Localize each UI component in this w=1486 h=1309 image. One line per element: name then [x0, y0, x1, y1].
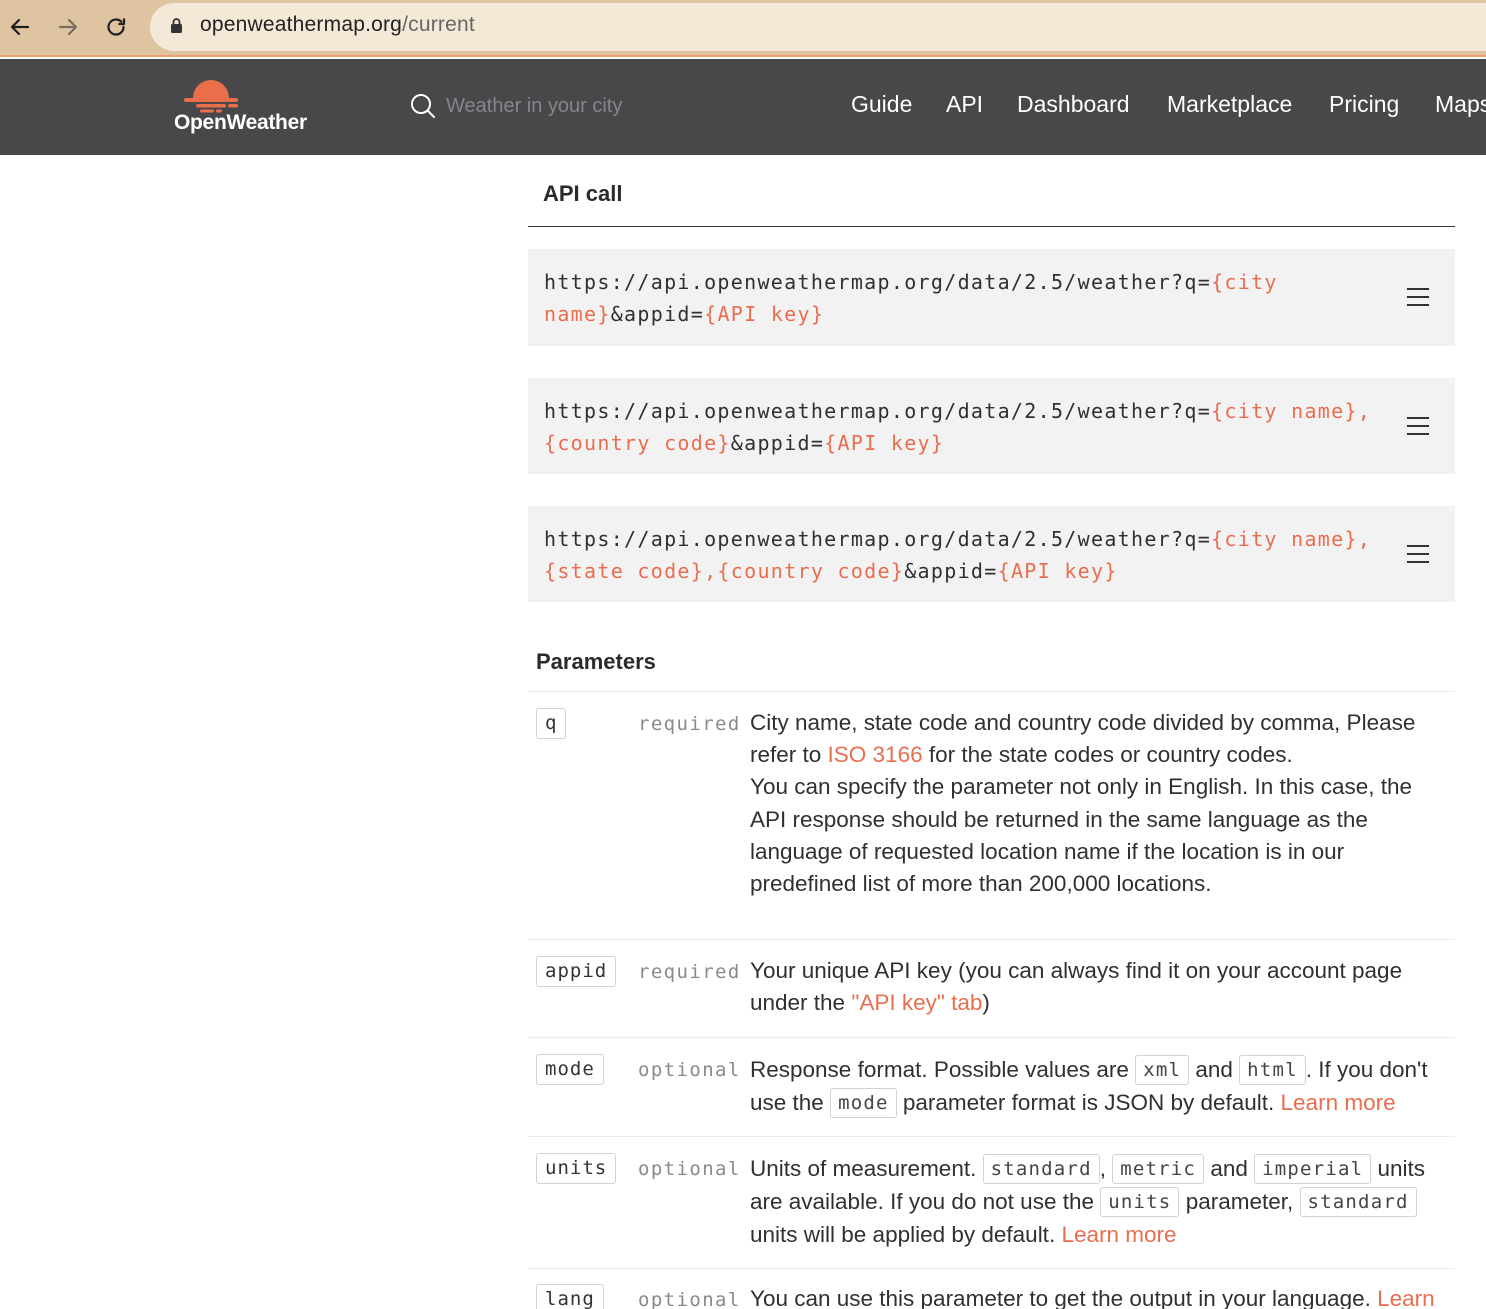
nav-api[interactable]: API [946, 91, 983, 118]
param-requirement: required [638, 961, 741, 983]
param-requirement: required [638, 713, 741, 735]
learn-more-link[interactable]: Learn more [1061, 1222, 1176, 1247]
param-name-lang: lang [536, 1284, 604, 1309]
menu-lines-icon[interactable] [1407, 417, 1433, 439]
lock-icon [171, 18, 182, 33]
param-description: City name, state code and country code d… [750, 710, 1416, 897]
inline-code: mode [830, 1088, 897, 1118]
back-arrow-icon [10, 18, 30, 36]
param-name-appid: appid [536, 956, 617, 987]
forward-arrow-icon [58, 18, 78, 36]
browser-toolbar: openweathermap.org/current [0, 0, 1486, 57]
openweather-logo-icon [184, 80, 238, 113]
param-description: Response format. Possible values are xml… [750, 1053, 1440, 1119]
row-divider [528, 1037, 1455, 1038]
row-divider [528, 939, 1455, 940]
inline-code: xml [1135, 1055, 1190, 1085]
url-path: /current [402, 13, 475, 36]
nav-maps[interactable]: Maps [1435, 91, 1486, 118]
param-requirement: optional [638, 1158, 741, 1180]
city-search-input[interactable] [446, 91, 776, 121]
parameters-heading: Parameters [536, 649, 656, 674]
inline-code: imperial [1254, 1154, 1372, 1184]
param-name-mode: mode [536, 1054, 604, 1085]
param-name-units: units [536, 1153, 617, 1184]
param-requirement: optional [638, 1059, 741, 1081]
search-icon[interactable] [410, 93, 436, 119]
code-line: {country code}&appid={API key} [544, 431, 945, 455]
code-line: name}&appid={API key} [544, 302, 825, 326]
nav-guide[interactable]: Guide [851, 91, 912, 118]
code-line: https://api.openweathermap.org/data/2.5/… [544, 399, 1372, 423]
param-requirement: optional [638, 1289, 741, 1309]
nav-dashboard[interactable]: Dashboard [1017, 91, 1130, 118]
param-description: Your unique API key (you can always find… [750, 958, 1403, 1016]
reload-button[interactable] [98, 9, 134, 45]
reload-icon [107, 18, 126, 36]
url-text[interactable]: openweathermap.org/current [200, 13, 475, 37]
menu-lines-icon[interactable] [1407, 288, 1433, 310]
code-line: https://api.openweathermap.org/data/2.5/… [544, 527, 1372, 551]
code-line: {state code},{country code}&appid={API k… [544, 559, 1118, 583]
openweather-logo[interactable]: OpenWeather [172, 74, 322, 144]
api-call-code-block[interactable]: https://api.openweathermap.org/data/2.5/… [528, 506, 1455, 602]
api-call-code-block[interactable]: https://api.openweathermap.org/data/2.5/… [528, 378, 1455, 474]
site-header: OpenWeather Guide API Dashboard Marketpl… [0, 59, 1486, 155]
learn-more-link[interactable]: Learn more [1281, 1090, 1396, 1115]
learn-more-link[interactable]: Learn [1377, 1286, 1435, 1309]
back-button[interactable] [2, 9, 38, 45]
api-call-code-block[interactable]: https://api.openweathermap.org/data/2.5/… [528, 249, 1455, 346]
forward-button[interactable] [50, 9, 86, 45]
param-name-q: q [536, 708, 567, 739]
iso-3166-link[interactable]: ISO 3166 [828, 742, 923, 767]
nav-marketplace[interactable]: Marketplace [1167, 91, 1292, 118]
nav-pricing[interactable]: Pricing [1329, 91, 1399, 118]
inline-code: standard [982, 1154, 1100, 1184]
api-key-tab-link[interactable]: "API key" tab [851, 990, 982, 1015]
row-divider [528, 1268, 1455, 1269]
param-description: Units of measurement. standard, metric a… [750, 1154, 1426, 1247]
inline-code: metric [1112, 1154, 1205, 1184]
url-domain: openweathermap.org [200, 13, 403, 36]
row-divider [528, 1136, 1455, 1137]
logo-text: OpenWeather [174, 111, 307, 134]
api-call-heading: API call [543, 181, 623, 206]
inline-code: standard [1299, 1187, 1417, 1217]
code-line: https://api.openweathermap.org/data/2.5/… [544, 270, 1278, 294]
heading-divider [528, 226, 1455, 227]
menu-lines-icon[interactable] [1407, 545, 1433, 567]
row-divider [528, 691, 1455, 692]
param-description: You can use this parameter to get the ou… [750, 1286, 1435, 1309]
inline-code: units [1100, 1187, 1180, 1217]
inline-code: html [1239, 1055, 1306, 1085]
